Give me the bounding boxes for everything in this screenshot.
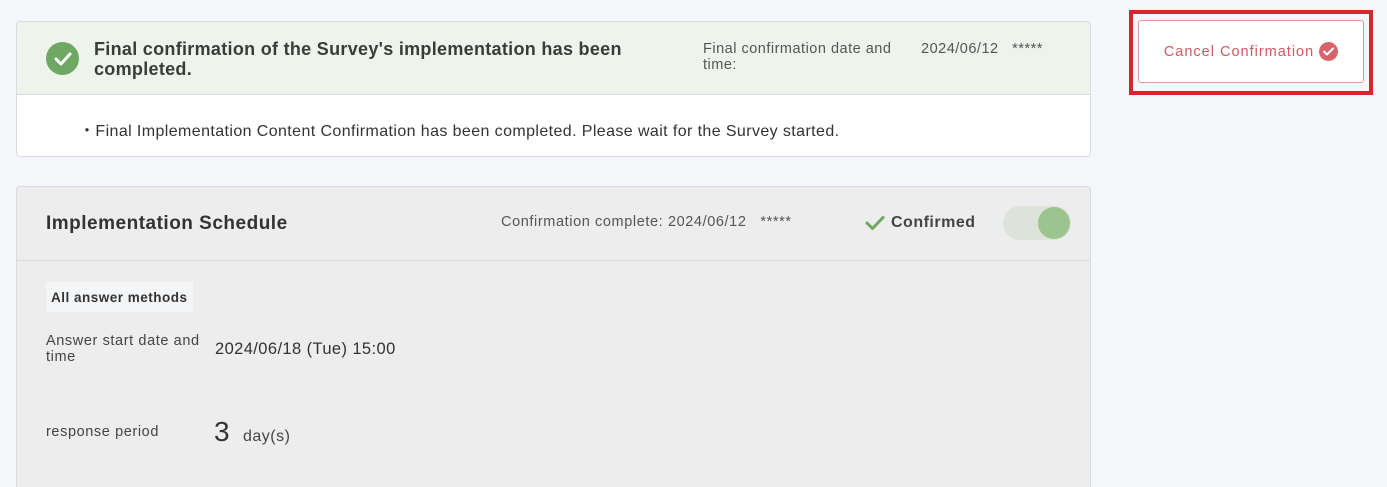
final-confirmation-date: 2024/06/12 [921, 41, 999, 57]
toggle-knob [1038, 207, 1070, 239]
cancel-confirmation-label: Cancel Confirmation [1163, 43, 1315, 60]
check-circle-icon [1319, 42, 1339, 61]
answer-start-label: Answer start date and time [46, 333, 200, 365]
final-confirmation-title: Final confirmation of the Survey's imple… [94, 39, 622, 79]
cancel-confirmation-button[interactable]: Cancel Confirmation [1138, 20, 1364, 83]
checkmark-icon [865, 216, 885, 230]
confirmation-complete-user: ***** [760, 214, 792, 230]
confirmation-complete-label: Confirmation complete: [501, 214, 664, 230]
final-confirmation-message: ・Final Implementation Content Confirmati… [79, 123, 840, 140]
implementation-schedule-panel: Implementation Schedule Confirmation com… [16, 186, 1091, 487]
answer-start-value: 2024/06/18 (Tue) 15:00 [215, 340, 396, 358]
final-confirmation-date-value: 2024/06/12 ***** [921, 41, 1043, 57]
implementation-schedule-header: Implementation Schedule Confirmation com… [17, 187, 1090, 261]
confirmed-indicator: Confirmed [865, 214, 976, 232]
all-answer-methods-tag: All answer methods [46, 282, 193, 312]
response-period-value: 3 [214, 416, 230, 447]
final-confirmation-panel: Final confirmation of the Survey's imple… [16, 21, 1091, 157]
implementation-schedule-title: Implementation Schedule [46, 213, 288, 234]
final-confirmation-user: ***** [1012, 41, 1043, 57]
final-confirmation-date-label: Final confirmation date and time: [703, 41, 892, 73]
confirmation-complete-date: 2024/06/12 [667, 214, 747, 230]
confirmed-label: Confirmed [891, 214, 976, 231]
response-period-unit: day(s) [243, 428, 291, 445]
response-period-label: response period [46, 424, 159, 440]
confirmation-complete-status: Confirmation complete: 2024/06/12 ***** [501, 214, 792, 230]
check-circle-icon [46, 42, 79, 75]
confirmation-toggle[interactable] [1003, 206, 1071, 240]
final-confirmation-header: Final confirmation of the Survey's imple… [17, 22, 1090, 95]
